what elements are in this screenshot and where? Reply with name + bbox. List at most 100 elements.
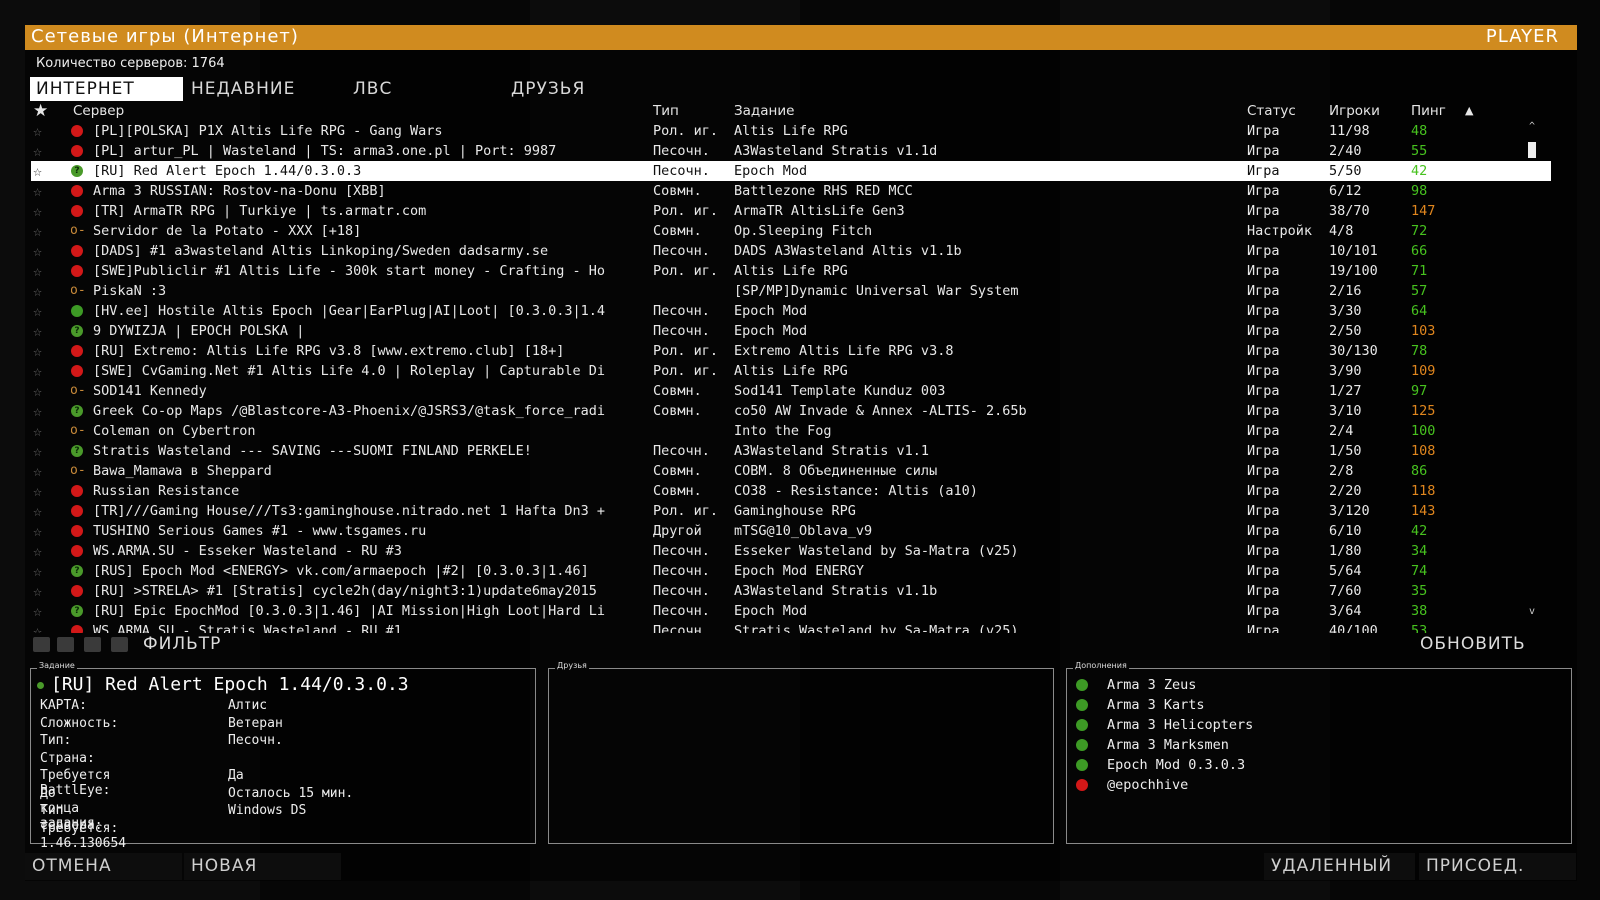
server-row[interactable]: ☆ WS.ARMA.SU - Esseker Wasteland - RU #3 П… — [31, 541, 1551, 561]
server-row[interactable]: ☆ [SWE]Publiclir #1 Altis Life - 300k sta… — [31, 261, 1551, 281]
filter-toggle-icon-2[interactable] — [57, 637, 74, 652]
server-row[interactable]: ☆ o- Bawa_Mamawa в Sheppard Совмн. СОВМ. 8 О… — [31, 461, 1551, 481]
favorite-star-icon[interactable]: ☆ — [33, 601, 49, 621]
favorite-star-icon[interactable]: ☆ — [33, 261, 49, 281]
remote-button[interactable]: УДАЛЕННЫЙ — [1264, 853, 1415, 880]
column-header-players[interactable]: Игроки — [1329, 103, 1380, 119]
favorite-star-icon[interactable]: ☆ — [33, 281, 49, 301]
server-row[interactable]: ☆ [RU] Extremo: Altis Life RPG v3.8 [www.… — [31, 341, 1551, 361]
favorite-star-icon[interactable]: ☆ — [33, 441, 49, 461]
favorite-star-icon[interactable]: ☆ — [33, 581, 49, 601]
favorite-column-star-icon[interactable]: ★ — [33, 101, 48, 121]
server-name: [RU] Extremo: Altis Life RPG v3.8 [www.e… — [93, 343, 565, 359]
favorite-star-icon[interactable]: ☆ — [33, 561, 49, 581]
favorite-star-icon[interactable]: ☆ — [33, 421, 49, 441]
server-row[interactable]: ☆ o- Servidor de la Potato - XXX [+18] Совм… — [31, 221, 1551, 241]
server-unknown-icon: ? — [71, 441, 85, 461]
ping-value: 74 — [1411, 563, 1428, 579]
tab-lan[interactable]: ЛВС — [347, 77, 398, 101]
favorite-star-icon[interactable]: ☆ — [33, 401, 49, 421]
detail-value: Windows DS — [228, 803, 307, 818]
server-row[interactable]: ☆ Arma 3 RUSSIAN: Rostov-na-Donu [XBB] Сов… — [31, 181, 1551, 201]
filter-toggle-icon-4[interactable] — [111, 637, 128, 652]
game-type: Песочн. — [653, 543, 710, 559]
favorite-star-icon[interactable]: ☆ — [33, 381, 49, 401]
scroll-up-icon[interactable]: ^ — [1527, 121, 1537, 132]
column-header-type[interactable]: Тип — [653, 103, 679, 119]
server-row[interactable]: ☆ [DADS] #1 a3wasteland Altis Linkoping/S… — [31, 241, 1551, 261]
favorite-star-icon[interactable]: ☆ — [33, 161, 49, 181]
filter-toggle-icon-1[interactable] — [33, 637, 50, 652]
filter-toggle-icon-3[interactable] — [84, 637, 101, 652]
server-unknown-icon: ? — [71, 321, 85, 341]
column-header-status[interactable]: Статус — [1247, 103, 1296, 119]
server-row[interactable]: ☆ [RU] >STRELA> #1 [Stratis] cycle2h(day/… — [31, 581, 1551, 601]
column-header-server[interactable]: Сервер — [73, 103, 124, 119]
server-row[interactable]: ☆ [TR] ArmaTR RPG | Turkiye | ts.armatr.c… — [31, 201, 1551, 221]
server-locked-icon — [71, 621, 85, 633]
server-row[interactable]: ☆ [PL][POLSKA] P1X Altis Life RPG - Gang … — [31, 121, 1551, 141]
favorite-star-icon[interactable]: ☆ — [33, 361, 49, 381]
server-row[interactable]: ☆ [SWE] CvGaming.Net #1 Altis Life 4.0 | … — [31, 361, 1551, 381]
server-status: Игра — [1247, 483, 1280, 499]
list-scrollbar[interactable]: ^ v — [1527, 121, 1537, 624]
server-row[interactable]: ☆ o- Coleman on Cybertron Into the Fog Игра 2… — [31, 421, 1551, 441]
favorite-star-icon[interactable]: ☆ — [33, 461, 49, 481]
tab-recent[interactable]: НЕДАВНИЕ — [185, 77, 301, 101]
mission-name: Epoch Mod — [734, 303, 808, 319]
column-header-mission[interactable]: Задание — [734, 103, 794, 119]
favorite-star-icon[interactable]: ☆ — [33, 181, 49, 201]
favorite-star-icon[interactable]: ☆ — [33, 521, 49, 541]
player-count: 38/70 — [1329, 203, 1370, 219]
favorite-star-icon[interactable]: ☆ — [33, 341, 49, 361]
favorite-star-icon[interactable]: ☆ — [33, 481, 49, 501]
sort-ascending-icon[interactable]: ▲ — [1465, 104, 1473, 117]
mission-name: mTSG@10_Oblava_v9 — [734, 523, 873, 539]
server-row[interactable]: ☆ [TR]///Gaming House///Ts3:gaminghouse.n… — [31, 501, 1551, 521]
favorite-star-icon[interactable]: ☆ — [33, 201, 49, 221]
ping-value: 35 — [1411, 583, 1428, 599]
server-row[interactable]: ☆ o- PiskaN :3 [SP/MP]Dynamic Universal War… — [31, 281, 1551, 301]
column-header-ping[interactable]: Пинг — [1411, 103, 1446, 119]
filter-button[interactable]: ФИЛЬТР — [143, 634, 221, 654]
tab-internet[interactable]: ИНТЕРНЕТ — [30, 77, 183, 101]
server-row[interactable]: ☆ [PL] artur_PL | Wasteland | TS: arma3.o… — [31, 141, 1551, 161]
server-row[interactable]: ☆? [RU] Epic EpochMod [0.3.0.3|1.46] |AI … — [31, 601, 1551, 621]
favorite-star-icon[interactable]: ☆ — [33, 301, 49, 321]
server-row[interactable]: ☆ o- SOD141 Kennedy Совмн. Sod141 Template K… — [31, 381, 1551, 401]
favorite-star-icon[interactable]: ☆ — [33, 321, 49, 341]
server-row[interactable]: ☆? [RUS] Epoch Mod <ENERGY> vk.com/armaep… — [31, 561, 1551, 581]
favorite-star-icon[interactable]: ☆ — [33, 541, 49, 561]
server-row[interactable]: ☆ TUSHINO Serious Games #1 - www.tsgames.… — [31, 521, 1551, 541]
scroll-down-icon[interactable]: v — [1527, 606, 1537, 617]
server-row[interactable]: ☆ WS.ARMA.SU - Stratis Wasteland - RU #1 П… — [31, 621, 1551, 633]
favorite-star-icon[interactable]: ☆ — [33, 141, 49, 161]
favorite-star-icon[interactable]: ☆ — [33, 121, 49, 141]
refresh-button[interactable]: ОБНОВИТЬ — [1420, 634, 1526, 654]
new-button[interactable]: НОВАЯ — [184, 853, 341, 880]
server-row[interactable]: ☆? 9 DYWIZJA | EPOCH POLSKA | Песочн. Epoch… — [31, 321, 1551, 341]
game-type: Рол. иг. — [653, 123, 719, 139]
favorite-star-icon[interactable]: ☆ — [33, 241, 49, 261]
mission-name: Epoch Mod — [734, 163, 808, 179]
mission-name: Altis Life RPG — [734, 363, 848, 379]
mission-info-panel: Задание [RU] Red Alert Epoch 1.44/0.3.0.… — [30, 661, 536, 851]
favorite-star-icon[interactable]: ☆ — [33, 621, 49, 633]
ping-value: 98 — [1411, 183, 1428, 199]
ping-value: 147 — [1411, 203, 1436, 219]
tab-friends[interactable]: ДРУЗЬЯ — [505, 77, 591, 101]
server-row-selected[interactable]: ☆? [RU] Red Alert Epoch 1.44/0.3.0.3 Песоч… — [31, 161, 1551, 181]
server-status: Игра — [1247, 543, 1280, 559]
favorite-star-icon[interactable]: ☆ — [33, 501, 49, 521]
server-row[interactable]: ☆ Russian Resistance Совмн. CO38 - Resistan… — [31, 481, 1551, 501]
scrollbar-thumb[interactable] — [1528, 142, 1536, 158]
player-count: 1/27 — [1329, 383, 1362, 399]
server-row[interactable]: ☆ [HV.ee] Hostile Altis Epoch |Gear|EarPl… — [31, 301, 1551, 321]
server-row[interactable]: ☆? Greek Co-op Maps /@Blastcore-A3-Phoeni… — [31, 401, 1551, 421]
server-row[interactable]: ☆? Stratis Wasteland --- SAVING ---SUOMI … — [31, 441, 1551, 461]
detail-key: Требуется: 1.46.130654 — [40, 820, 127, 851]
join-button[interactable]: ПРИСОЕД. — [1419, 853, 1576, 880]
favorite-star-icon[interactable]: ☆ — [33, 221, 49, 241]
server-name: Stratis Wasteland --- SAVING ---SUOMI FI… — [93, 443, 532, 459]
cancel-button[interactable]: ОТМЕНА — [25, 853, 182, 880]
